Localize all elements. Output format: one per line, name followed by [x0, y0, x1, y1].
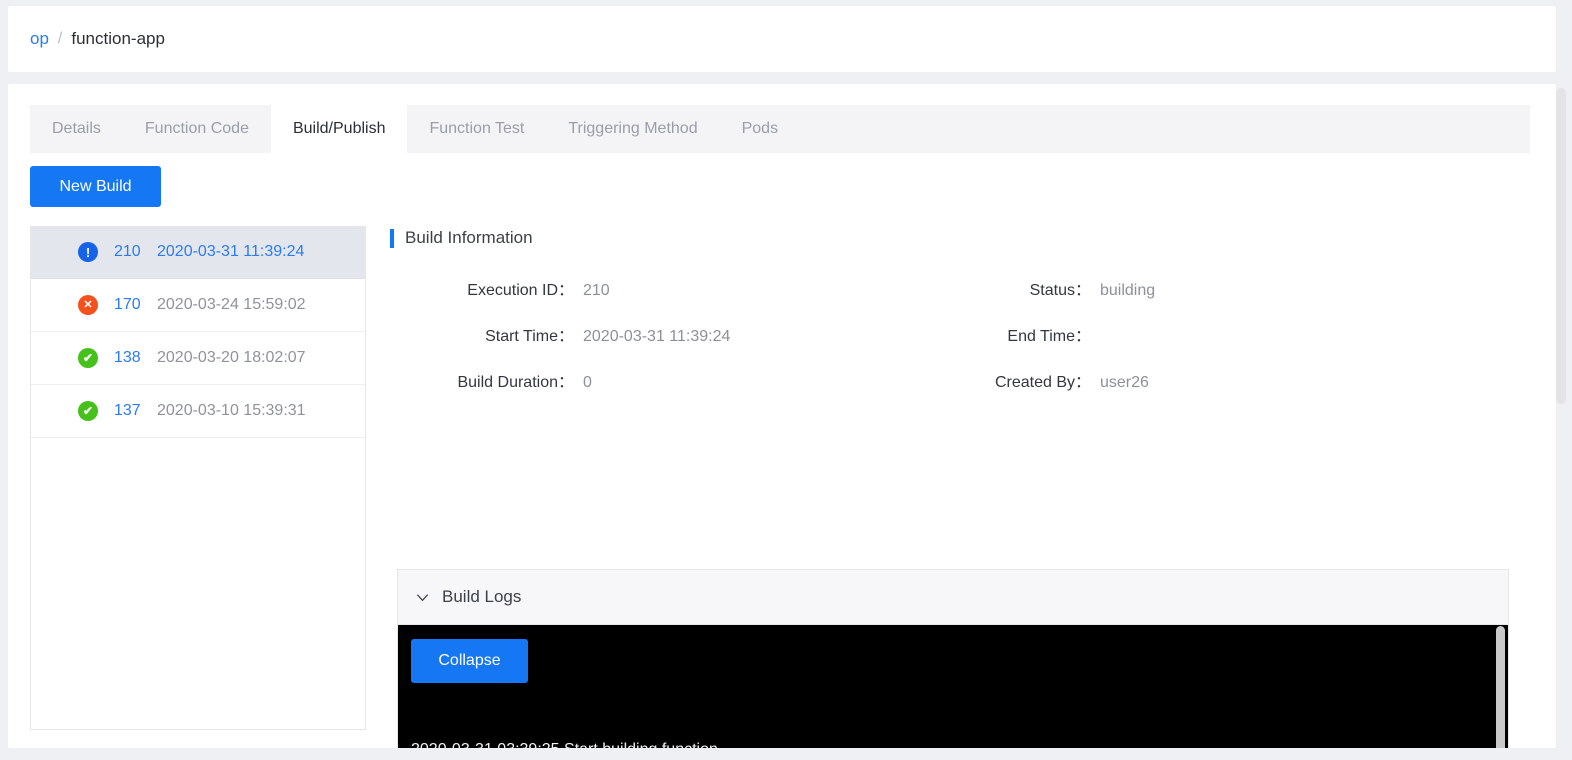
- content-card: Details Function Code Build/Publish Func…: [8, 84, 1556, 748]
- tab-build-publish[interactable]: Build/Publish: [271, 105, 408, 153]
- build-logs-header[interactable]: Build Logs: [398, 570, 1508, 625]
- build-time: 2020-03-24 15:59:02: [157, 296, 306, 314]
- tab-pods[interactable]: Pods: [720, 105, 800, 153]
- info-end-time: End Time：: [901, 322, 1418, 346]
- tab-bar: Details Function Code Build/Publish Func…: [30, 105, 1530, 153]
- tab-details[interactable]: Details: [30, 105, 123, 153]
- breadcrumb-bar: op / function-app: [8, 6, 1556, 72]
- info-label: Build Duration：: [384, 368, 574, 392]
- info-created-by: Created By： user26: [901, 368, 1418, 392]
- info-status: Status： building: [901, 276, 1418, 300]
- build-list-item[interactable]: ✔ 138 2020-03-20 18:02:07: [31, 332, 365, 385]
- info-value: user26: [1100, 374, 1149, 392]
- build-time: 2020-03-20 18:02:07: [157, 349, 306, 367]
- log-console[interactable]: Collapse 2020-03-31 03:39:25 Start build…: [398, 625, 1508, 748]
- tab-function-test[interactable]: Function Test: [407, 105, 546, 153]
- collapse-button[interactable]: Collapse: [411, 639, 528, 683]
- info-build-duration: Build Duration： 0: [384, 368, 901, 392]
- breadcrumb-current: function-app: [71, 29, 165, 49]
- tab-function-code[interactable]: Function Code: [123, 105, 271, 153]
- info-value: 0: [583, 374, 592, 392]
- section-title-text: Build Information: [405, 228, 533, 248]
- log-output: 2020-03-31 03:39:25 Start building funct…: [411, 687, 1508, 748]
- exclamation-circle-icon: !: [78, 242, 98, 262]
- chevron-down-icon: [415, 590, 430, 605]
- info-value: 2020-03-31 11:39:24: [583, 328, 730, 346]
- build-list[interactable]: ! 210 2020-03-31 11:39:24 ✕ 170 2020-03-…: [30, 226, 366, 730]
- close-circle-icon: ✕: [78, 295, 98, 315]
- build-information-grid: Execution ID： 210 Status： building Start…: [384, 276, 1418, 392]
- info-label: Created By：: [901, 368, 1091, 392]
- build-id[interactable]: 210: [114, 243, 144, 261]
- app-page: op / function-app Details Function Code …: [0, 0, 1572, 760]
- check-circle-icon: ✔: [78, 401, 98, 421]
- build-logs-title: Build Logs: [442, 587, 521, 607]
- breadcrumb-root-link[interactable]: op: [30, 29, 49, 49]
- build-id[interactable]: 170: [114, 296, 144, 314]
- build-list-item[interactable]: ✕ 170 2020-03-24 15:59:02: [31, 279, 365, 332]
- info-value: 210: [583, 282, 610, 300]
- build-id[interactable]: 137: [114, 402, 144, 420]
- info-label: Status：: [901, 276, 1091, 300]
- info-start-time: Start Time： 2020-03-31 11:39:24: [384, 322, 901, 346]
- page-scrollbar-thumb[interactable]: [1556, 88, 1566, 404]
- build-time: 2020-03-31 11:39:24: [157, 243, 304, 261]
- info-value: building: [1100, 282, 1155, 300]
- build-id[interactable]: 138: [114, 349, 144, 367]
- build-time: 2020-03-10 15:39:31: [157, 402, 306, 420]
- build-list-item[interactable]: ✔ 137 2020-03-10 15:39:31: [31, 385, 365, 438]
- tab-triggering-method[interactable]: Triggering Method: [546, 105, 719, 153]
- check-circle-icon: ✔: [78, 348, 98, 368]
- accent-bar: [390, 229, 394, 248]
- info-label: Start Time：: [384, 322, 574, 346]
- info-execution-id: Execution ID： 210: [384, 276, 901, 300]
- info-label: Execution ID：: [384, 276, 574, 300]
- build-information-title: Build Information: [390, 226, 533, 250]
- info-label: End Time：: [901, 322, 1091, 346]
- build-list-item[interactable]: ! 210 2020-03-31 11:39:24: [31, 226, 365, 279]
- build-detail-pane: Build Information Execution ID： 210 Stat…: [384, 226, 1518, 748]
- build-logs-panel: Build Logs Collapse 2020-03-31 03:39:25 …: [397, 569, 1509, 748]
- new-build-button[interactable]: New Build: [30, 166, 161, 207]
- log-line: 2020-03-31 03:39:25 Start building funct…: [411, 737, 1508, 748]
- console-scrollbar-thumb[interactable]: [1496, 626, 1505, 748]
- breadcrumb-separator: /: [58, 30, 62, 48]
